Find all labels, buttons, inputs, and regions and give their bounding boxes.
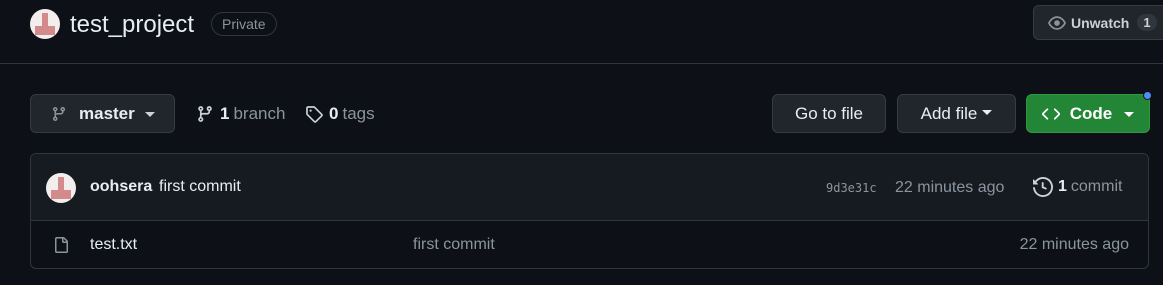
current-branch-label: master [79,103,135,123]
commit-author-link[interactable]: oohsera [90,178,152,196]
code-label: Code [1069,103,1113,123]
eye-icon [1048,15,1066,30]
file-commit-message-link[interactable]: first commit [413,236,495,254]
file-name-link[interactable]: test.txt [90,236,137,254]
git-branch-icon [198,106,212,122]
history-icon [1033,177,1053,197]
branches-count: 1 [220,104,230,123]
add-file-label: Add file [920,103,978,123]
branches-label: branch [233,104,286,123]
file-listing: oohsera first commit 9d3e31c 22 minutes … [30,153,1149,269]
chevron-down-icon [1124,112,1135,117]
owner-avatar[interactable] [30,9,60,44]
repo-header: test_project Private Unwatch 1 [0,0,1163,64]
commit-message-link[interactable]: first commit [159,178,241,196]
unwatch-button[interactable]: Unwatch 1 [1033,5,1163,40]
commits-label: commit [1070,178,1123,195]
file-time: 22 minutes ago [1019,236,1129,253]
tags-count: 0 [329,104,339,123]
notification-dot [1143,91,1152,100]
commit-time: 22 minutes ago [895,179,1005,196]
branch-select-button[interactable]: master [30,94,175,133]
visibility-badge: Private [211,12,277,36]
tag-icon [306,106,323,123]
file-icon [55,237,68,253]
go-to-file-label: Go to file [794,103,864,123]
git-branch-icon [53,106,65,121]
go-to-file-button[interactable]: Go to file [772,94,886,133]
commits-history-link[interactable]: 1 commit [1033,177,1122,197]
watchers-count: 1 [1137,14,1157,31]
branches-link[interactable]: 1 branch [196,104,285,124]
author-avatar[interactable] [46,173,76,208]
unwatch-label: Unwatch [1071,14,1130,31]
commit-sha-link[interactable]: 9d3e31c [826,181,877,195]
chevron-down-icon [982,110,993,115]
file-row: test.txt first commit 22 minutes ago [31,221,1148,268]
add-file-button[interactable]: Add file [897,94,1016,133]
latest-commit-row: oohsera first commit 9d3e31c 22 minutes … [31,154,1148,221]
code-icon [1041,107,1060,120]
code-button[interactable]: Code [1026,94,1150,133]
tags-label: tags [342,104,375,123]
chevron-down-icon [144,112,155,117]
commits-count: 1 [1058,178,1067,195]
repo-name-link[interactable]: test_project [70,11,194,39]
tags-link[interactable]: 0 tags [305,104,375,124]
